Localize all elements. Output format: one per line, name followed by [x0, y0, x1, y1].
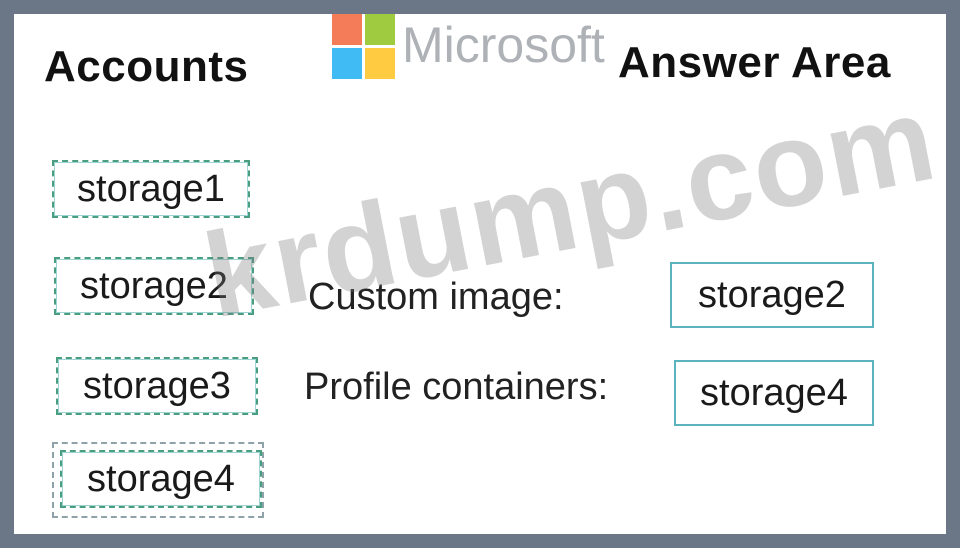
microsoft-logo-text: Microsoft [402, 17, 605, 73]
account-option-storage4[interactable]: storage4 [60, 450, 262, 508]
accounts-heading: Accounts [44, 42, 249, 91]
drag-drop-panel: Accounts Answer Area Microsoft storage1 … [14, 14, 946, 534]
custom-image-drop-target[interactable]: storage2 [670, 262, 874, 328]
account-option-storage3[interactable]: storage3 [56, 357, 258, 415]
microsoft-logo-icon [332, 14, 396, 80]
account-option-storage2[interactable]: storage2 [54, 257, 254, 315]
custom-image-label: Custom image: [308, 276, 564, 318]
answer-area-heading: Answer Area [618, 38, 891, 87]
profile-containers-drop-target[interactable]: storage4 [674, 360, 874, 426]
account-option-storage1[interactable]: storage1 [52, 160, 250, 218]
profile-containers-label: Profile containers: [304, 366, 609, 408]
